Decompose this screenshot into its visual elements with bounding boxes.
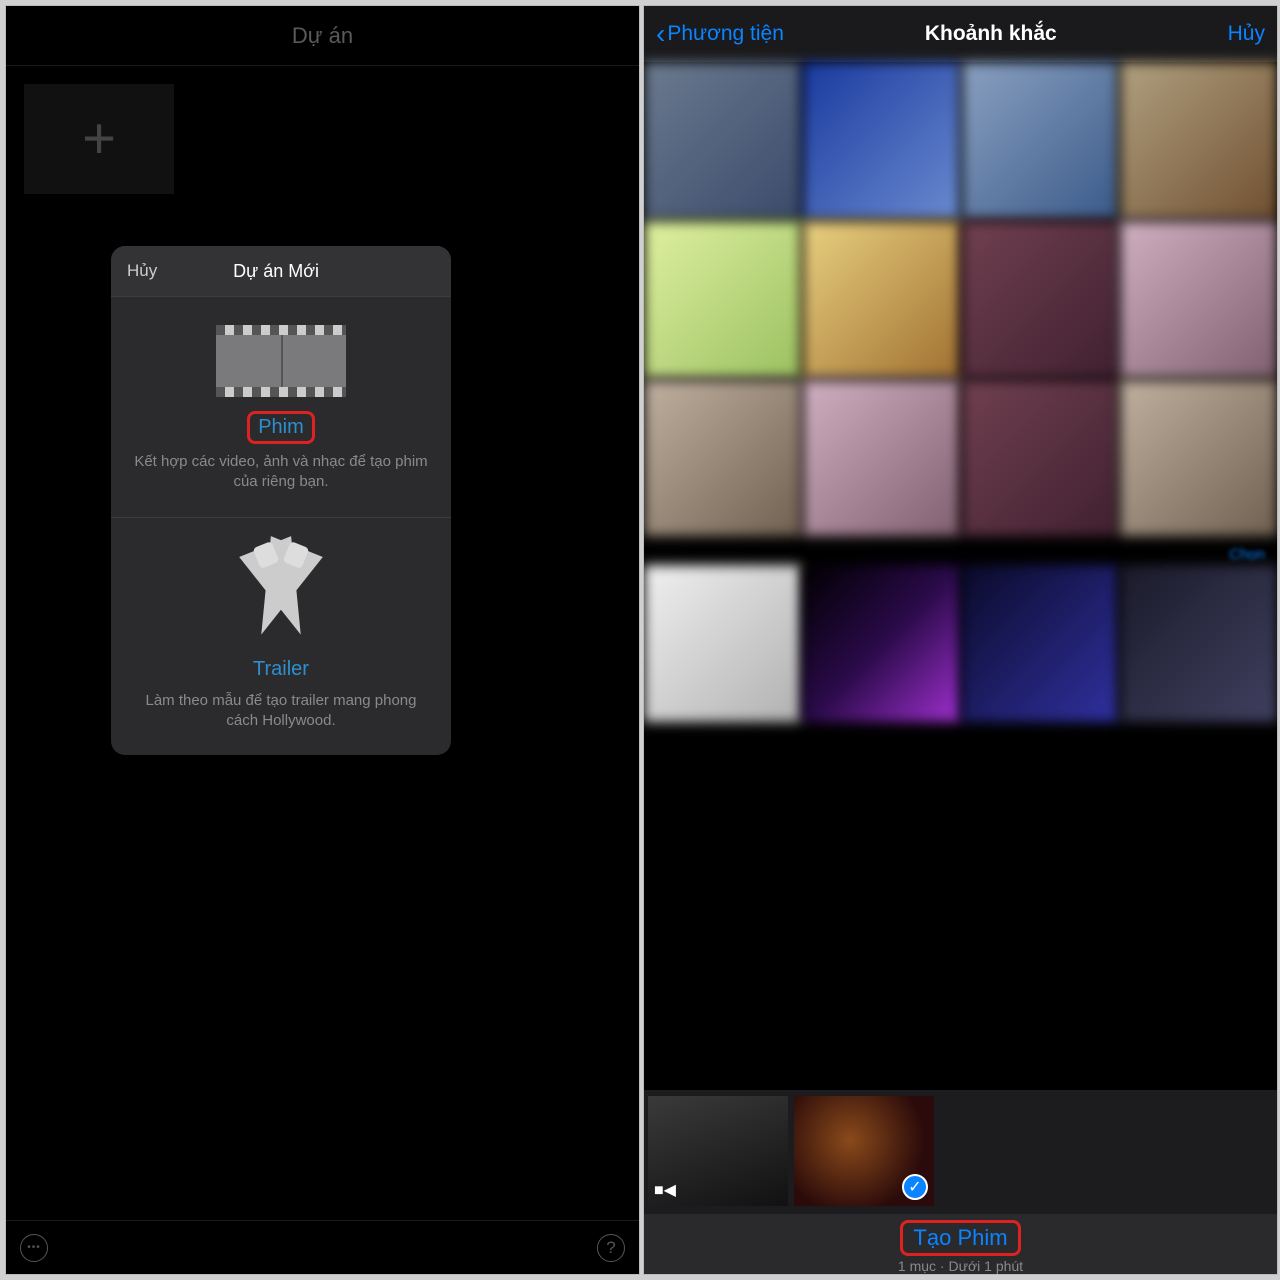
spotlight-icon (226, 546, 336, 646)
photo-thumb[interactable] (803, 221, 960, 378)
selection-tray: ■◀ ✓ (644, 1090, 1277, 1214)
movie-option-desc: Kết hợp các video, ảnh và nhạc để tạo ph… (131, 452, 431, 493)
section-select[interactable]: Chọn (644, 536, 1277, 565)
photo-thumb[interactable] (803, 380, 960, 537)
photo-thumb[interactable] (1120, 565, 1277, 722)
trailer-option-desc: Làm theo mẫu để tạo trailer mang phong c… (131, 691, 431, 732)
movie-option-title: Phim (247, 411, 315, 444)
trailer-option[interactable]: Trailer Làm theo mẫu để tạo trailer mang… (111, 517, 451, 756)
moments-grid (644, 62, 1277, 536)
sheet-title: Dự án Mới (117, 261, 435, 282)
chevron-left-icon: ‹ (656, 20, 665, 48)
photo-thumb[interactable] (644, 221, 801, 378)
picker-title: Khoảnh khắc (754, 22, 1228, 46)
photo-thumb[interactable] (962, 565, 1119, 722)
photo-thumb[interactable] (644, 380, 801, 537)
projects-screen: Dự án + Hủy Dự án Mới Phim Kết hợp các v… (5, 5, 640, 1275)
photo-thumb[interactable] (962, 62, 1119, 219)
plus-icon: + (82, 110, 116, 168)
selected-thumb[interactable]: ■◀ (648, 1096, 788, 1206)
movie-option[interactable]: Phim Kết hợp các video, ảnh và nhạc để t… (111, 296, 451, 517)
cancel-button[interactable]: Hủy (1228, 22, 1265, 46)
photo-thumb[interactable] (962, 380, 1119, 537)
more-button[interactable]: ••• (20, 1234, 48, 1262)
trailer-option-title: Trailer (245, 656, 317, 683)
moments-grid-2 (644, 565, 1277, 722)
selected-thumb[interactable]: ✓ (794, 1096, 934, 1206)
photo-thumb[interactable] (962, 221, 1119, 378)
photo-thumb[interactable] (644, 62, 801, 219)
picker-header: ‹ Phương tiện Khoảnh khắc Hủy (644, 6, 1277, 62)
help-button[interactable]: ? (597, 1234, 625, 1262)
new-project-sheet: Hủy Dự án Mới Phim Kết hợp các video, ản… (111, 246, 451, 755)
question-icon: ? (606, 1238, 615, 1258)
photo-thumb[interactable] (1120, 62, 1277, 219)
media-picker-screen: ‹ Phương tiện Khoảnh khắc Hủy Chọn Chọn … (643, 5, 1278, 1275)
photo-thumb[interactable] (1120, 221, 1277, 378)
photo-thumb[interactable] (803, 565, 960, 722)
video-icon: ■◀ (654, 1180, 676, 1200)
new-project-tile[interactable]: + (24, 84, 174, 194)
selection-summary: 1 mục · Dưới 1 phút (644, 1258, 1277, 1274)
bottom-toolbar: ••• ? (6, 1220, 639, 1274)
ellipsis-icon: ••• (27, 1242, 41, 1253)
check-icon: ✓ (902, 1174, 928, 1200)
photo-thumb[interactable] (1120, 380, 1277, 537)
sheet-header: Hủy Dự án Mới (111, 246, 451, 296)
page-title: Dự án (6, 6, 639, 66)
filmstrip-icon (216, 325, 346, 397)
photo-thumb[interactable] (644, 565, 801, 722)
picker-footer: Tạo Phim 1 mục · Dưới 1 phút (644, 1214, 1277, 1274)
create-movie-button[interactable]: Tạo Phim (900, 1220, 1020, 1256)
photo-thumb[interactable] (803, 62, 960, 219)
